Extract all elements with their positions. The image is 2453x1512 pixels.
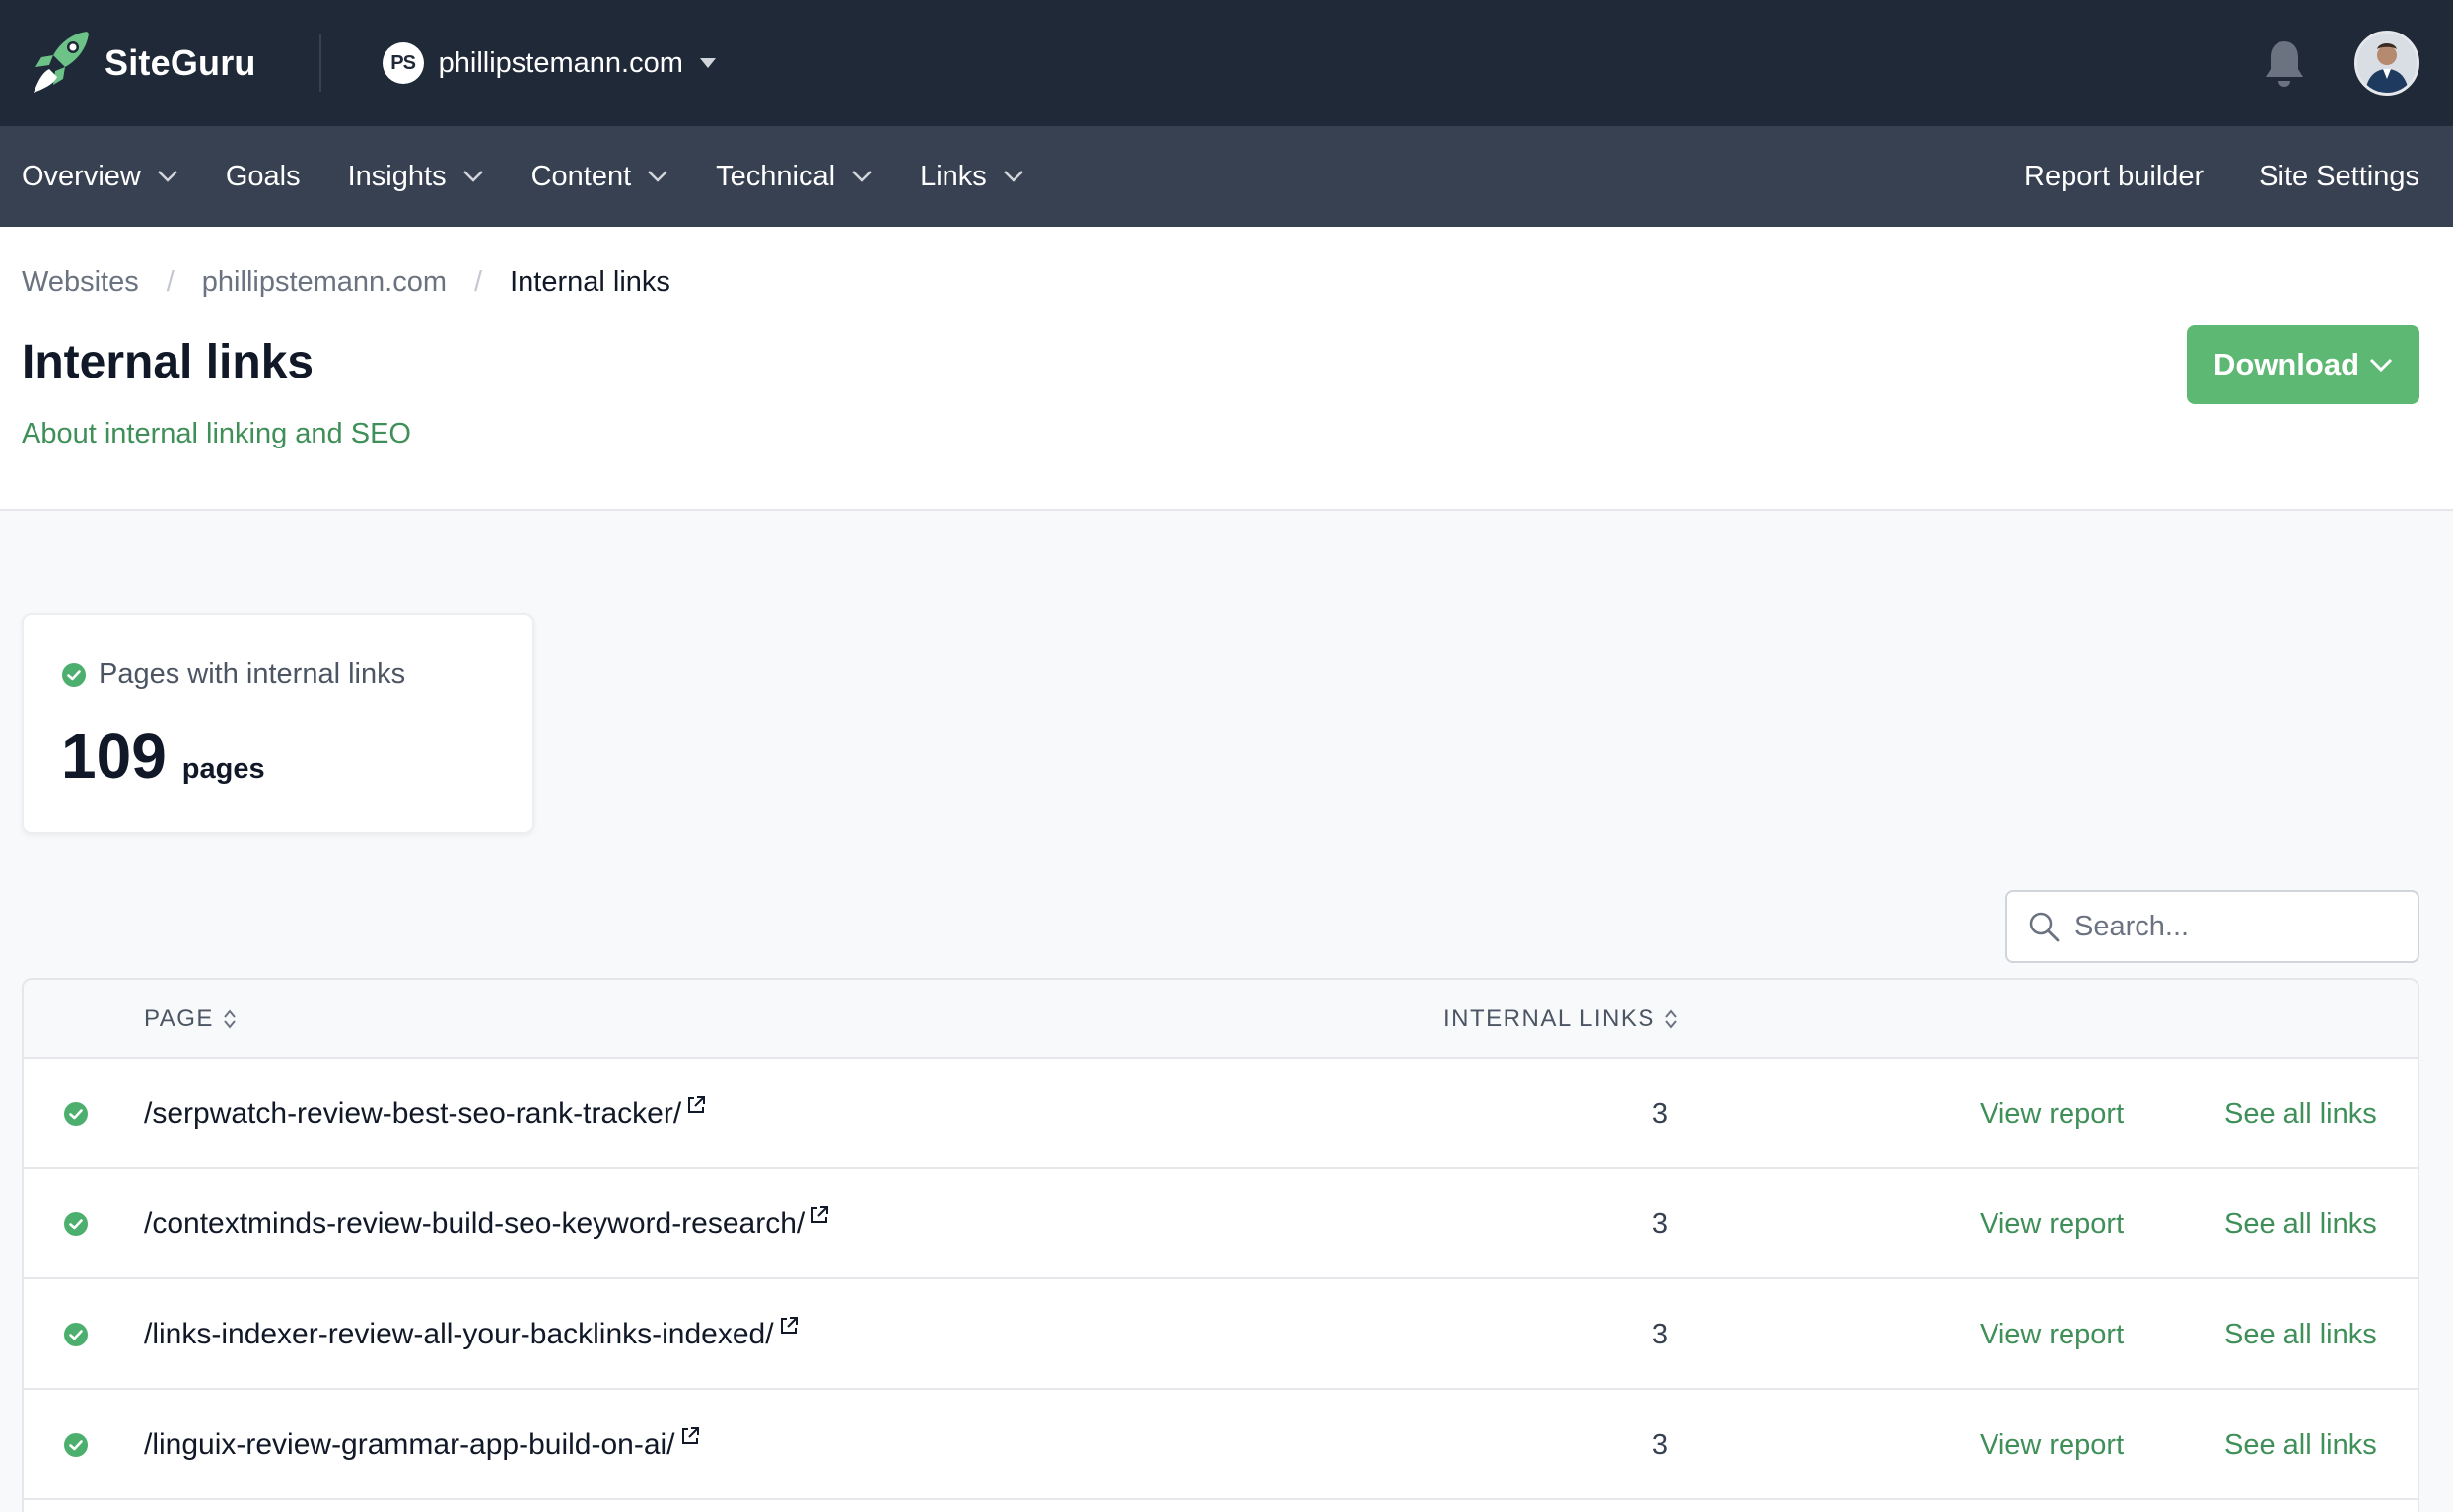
breadcrumb-site[interactable]: phillipstemann.com [202,266,447,299]
caret-down-icon [699,58,716,68]
download-button[interactable]: Download [2187,325,2419,404]
brand-name: SiteGuru [105,42,256,83]
nav-report-builder[interactable]: Report builder [2024,161,2204,193]
column-header-page[interactable]: PAGE [144,980,238,1059]
column-header-label: INTERNAL LINKS [1443,1005,1655,1032]
sort-icon [1665,1009,1677,1029]
external-link-icon [688,1096,706,1113]
rocket-icon [34,32,89,93]
user-photo [2357,34,2417,93]
chevron-down-icon [852,171,872,182]
breadcrumb: Websites / phillipstemann.com / Internal… [22,266,670,299]
view-report-link[interactable]: View report [1980,1390,2124,1500]
top-divider [318,34,321,92]
search-icon [2029,912,2060,942]
stat-card-pages-with-internal-links: Pages with internal links 109 pages [22,613,534,834]
external-link-icon [681,1427,699,1444]
main-nav: Overview Goals Insights Content Technica… [0,126,2453,227]
chevron-down-icon [1003,171,1023,182]
nav-technical[interactable]: Technical [716,161,873,193]
nav-label: Goals [225,160,301,192]
search-box[interactable] [2005,890,2419,963]
table-row: /serpwatch-review-best-seo-rank-tracker/… [24,1059,2418,1169]
top-bar: SiteGuru PS phillipstemann.com [0,0,2453,126]
top-right-actions [2262,0,2419,126]
breadcrumb-separator: / [474,266,483,298]
table-row: /contextminds-review-build-seo-keyword-r… [24,1169,2418,1279]
see-all-links-link[interactable]: See all links [2224,1390,2377,1500]
stat-label-text: Pages with internal links [99,658,406,690]
nav-label: Links [920,160,987,192]
page-link[interactable]: /serpwatch-review-best-seo-rank-tracker/ [144,1059,707,1169]
chevron-down-icon [2369,358,2393,372]
page-title: Internal links [22,336,315,388]
check-circle-icon [62,662,86,687]
nav-label: Report builder [2024,160,2205,192]
page-path: /serpwatch-review-best-seo-rank-tracker/ [144,1097,682,1130]
table-row: /links-indexer-review-all-your-backlinks… [24,1279,2418,1390]
brand[interactable]: SiteGuru [30,0,256,126]
nav-goals[interactable]: Goals [226,161,301,193]
about-internal-linking-link[interactable]: About internal linking and SEO [22,418,411,450]
stat-label: Pages with internal links [61,658,405,691]
page-path: /links-indexer-review-all-your-backlinks… [144,1318,774,1350]
see-all-links-link[interactable]: See all links [2224,1279,2377,1390]
nav-label: Site Settings [2259,160,2419,192]
breadcrumb-current: Internal links [510,266,670,298]
see-all-links-link[interactable]: See all links [2224,1169,2377,1279]
bell-icon[interactable] [2262,37,2307,89]
chevron-down-icon [648,171,668,182]
check-circle-icon [64,1433,88,1457]
breadcrumb-separator: / [166,266,175,298]
column-header-label: PAGE [144,1005,214,1032]
external-link-icon [780,1317,798,1334]
table-row: /linguix-review-grammar-app-build-on-ai/… [24,1390,2418,1500]
external-link-icon [811,1206,829,1223]
site-name: phillipstemann.com [438,46,683,79]
check-circle-icon [64,1323,88,1346]
nav-site-settings[interactable]: Site Settings [2259,161,2419,193]
nav-overview[interactable]: Overview [22,161,178,193]
breadcrumb-websites[interactable]: Websites [22,266,139,299]
site-switcher[interactable]: PS phillipstemann.com [382,42,717,84]
page-link[interactable]: /linguix-review-grammar-app-build-on-ai/ [144,1390,701,1500]
view-report-link[interactable]: View report [1980,1059,2124,1169]
nav-label: Insights [347,160,447,192]
check-circle-icon [64,1102,88,1126]
download-label: Download [2212,347,2360,381]
internal-links-count: 3 [1651,1428,1669,1461]
nav-links[interactable]: Links [920,161,1024,193]
internal-links-count: 3 [1651,1097,1669,1130]
internal-links-count: 3 [1651,1207,1669,1240]
user-avatar[interactable] [2354,31,2419,96]
sort-icon [224,1009,236,1029]
view-report-link[interactable]: View report [1980,1279,2124,1390]
site-avatar: PS [382,42,424,84]
page-link[interactable]: /links-indexer-review-all-your-backlinks… [144,1279,800,1390]
nav-label: Technical [716,160,836,192]
page-path: /contextminds-review-build-seo-keyword-r… [144,1207,806,1240]
page-path: /linguix-review-grammar-app-build-on-ai/ [144,1428,675,1461]
stat-unit: pages [181,753,265,785]
nav-label: Overview [22,160,141,192]
internal-links-count: 3 [1651,1318,1669,1350]
column-header-internal-links[interactable]: INTERNAL LINKS [1443,980,1679,1059]
search-input[interactable] [2074,910,2410,943]
page-link[interactable]: /contextminds-review-build-seo-keyword-r… [144,1169,830,1279]
chevron-down-icon [462,171,483,182]
stat-number: 109 [61,721,167,791]
table-header: PAGE INTERNAL LINKS [24,980,2418,1059]
nav-insights[interactable]: Insights [348,161,484,193]
see-all-links-link[interactable]: See all links [2224,1059,2377,1169]
view-report-link[interactable]: View report [1980,1169,2124,1279]
stat-value: 109 pages [61,720,265,792]
nav-content[interactable]: Content [531,161,669,193]
internal-links-table: PAGE INTERNAL LINKS /serpwatch-review-be… [22,978,2419,1512]
page-header: Websites / phillipstemann.com / Internal… [0,227,2453,511]
nav-label: Content [530,160,632,192]
check-circle-icon [64,1212,88,1236]
chevron-down-icon [157,171,177,182]
